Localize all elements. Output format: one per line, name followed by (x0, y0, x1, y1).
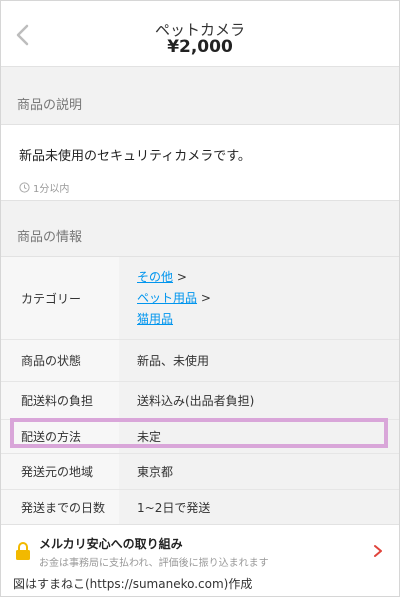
chevron-right-icon (373, 543, 383, 557)
description-text: 新品未使用のセキュリティカメラです。 (19, 149, 251, 164)
anshin-subtitle: お金は事務局に支払われ、評価後に振り込まれます (39, 558, 269, 569)
lock-icon (15, 541, 31, 561)
info-row-category: カテゴリー その他 > ペット用品 > 猫用品 (1, 257, 399, 340)
info-label: 配送料の負担 (1, 382, 119, 419)
credit-text: 図はすまねこ(https://sumaneko.com)作成 (1, 574, 399, 596)
info-value: 1~2日で発送 (137, 500, 211, 515)
info-value: 東京都 (137, 465, 174, 479)
category-link-cat[interactable]: 猫用品 (137, 312, 173, 326)
description-block: 新品未使用のセキュリティカメラです。 1分以内 (1, 124, 399, 201)
posted-time: 1分以内 (19, 180, 69, 195)
info-value: 未定 (137, 430, 162, 444)
info-label: カテゴリー (1, 257, 119, 339)
info-label: 発送元の地域 (1, 454, 119, 489)
category-separator: > (176, 270, 187, 284)
category-link-other[interactable]: その他 (137, 270, 173, 284)
info-row-shipping-method: 配送の方法 未定 (1, 420, 399, 454)
posted-time-text: 1分以内 (33, 184, 70, 195)
header: ペットカメラ ¥2,000 (1, 1, 399, 67)
clock-icon (19, 182, 30, 193)
info-table: カテゴリー その他 > ペット用品 > 猫用品 商品の状態 新品、未使用 配送料… (1, 256, 399, 525)
info-section-title: 商品の情報 (1, 219, 399, 256)
category-link-pet[interactable]: ペット用品 (137, 291, 197, 305)
anshin-title: メルカリ安心への取り組み (39, 537, 183, 551)
category-links: その他 > ペット用品 > 猫用品 (137, 267, 211, 330)
info-row-shipping-fee: 配送料の負担 送料込み(出品者負担) (1, 382, 399, 420)
info-label: 発送までの日数 (1, 490, 119, 524)
info-row-days: 発送までの日数 1~2日で発送 (1, 490, 399, 525)
info-label: 商品の状態 (1, 340, 119, 381)
info-row-region: 発送元の地域 東京都 (1, 454, 399, 490)
description-section-title: 商品の説明 (1, 88, 399, 124)
item-price: ¥2,000 (167, 37, 233, 57)
info-value: 新品、未使用 (137, 354, 210, 368)
info-row-condition: 商品の状態 新品、未使用 (1, 340, 399, 382)
info-label: 配送の方法 (1, 420, 119, 453)
anshin-banner[interactable]: メルカリ安心への取り組み お金は事務局に支払われ、評価後に振り込まれます (1, 524, 399, 574)
info-value: 送料込み(出品者負担) (137, 394, 255, 408)
category-separator: > (200, 291, 211, 305)
